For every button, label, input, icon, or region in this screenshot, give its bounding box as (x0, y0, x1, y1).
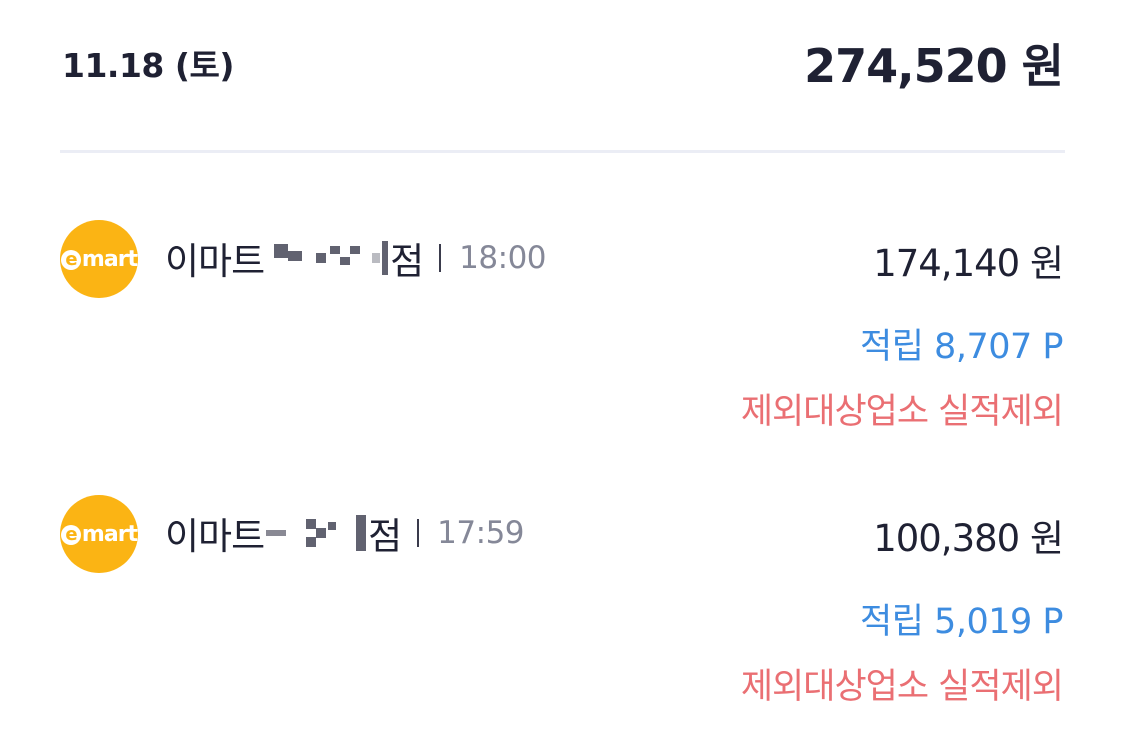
logo-text: e mart (60, 246, 138, 272)
day-date: 11.18 (토) (62, 46, 234, 85)
points-earned: 적립 5,019 P (860, 602, 1063, 642)
day-total-amount: 274,520 원 (804, 39, 1064, 93)
merchant-line: 이마트 점 17:59 (165, 508, 525, 558)
header-divider (60, 150, 1065, 153)
day-header: 11.18 (토) 274,520 원 (62, 28, 1064, 98)
logo-initial: e (60, 524, 81, 545)
logo-label: mart (81, 521, 138, 547)
merchant-name-prefix: 이마트 (165, 515, 265, 558)
merchant-name-suffix: 점 (390, 240, 424, 283)
merchant-name-redacted (266, 515, 367, 551)
logo-label: mart (81, 246, 138, 272)
merchant-name-redacted (266, 241, 389, 275)
transaction-time: 18:00 (459, 240, 547, 276)
exclusion-note: 제외대상업소 실적제외 (740, 667, 1064, 707)
emart-logo-icon: e mart (60, 495, 138, 573)
transaction-item[interactable]: e mart 이마트 점 17:59 100,380 원 적립 5,019 P 제… (60, 490, 1064, 720)
merchant-line: 이마트 점 18:00 (165, 233, 547, 283)
merchant-name-suffix: 점 (368, 515, 402, 558)
transaction-amount: 174,140 원 (873, 242, 1064, 285)
transaction-time: 17:59 (437, 515, 525, 551)
merchant-name-prefix: 이마트 (165, 240, 265, 283)
points-earned: 적립 8,707 P (860, 327, 1063, 367)
transaction-item[interactable]: e mart 이마트 점 18:00 174,140 원 적립 8,707 P 제… (60, 215, 1064, 445)
logo-initial: e (60, 249, 81, 270)
exclusion-note: 제외대상업소 실적제외 (740, 392, 1064, 432)
logo-text: e mart (60, 521, 138, 547)
transaction-amount: 100,380 원 (873, 517, 1064, 560)
emart-logo-icon: e mart (60, 220, 138, 298)
merchant-time-separator (439, 244, 442, 272)
merchant-time-separator (417, 519, 420, 547)
